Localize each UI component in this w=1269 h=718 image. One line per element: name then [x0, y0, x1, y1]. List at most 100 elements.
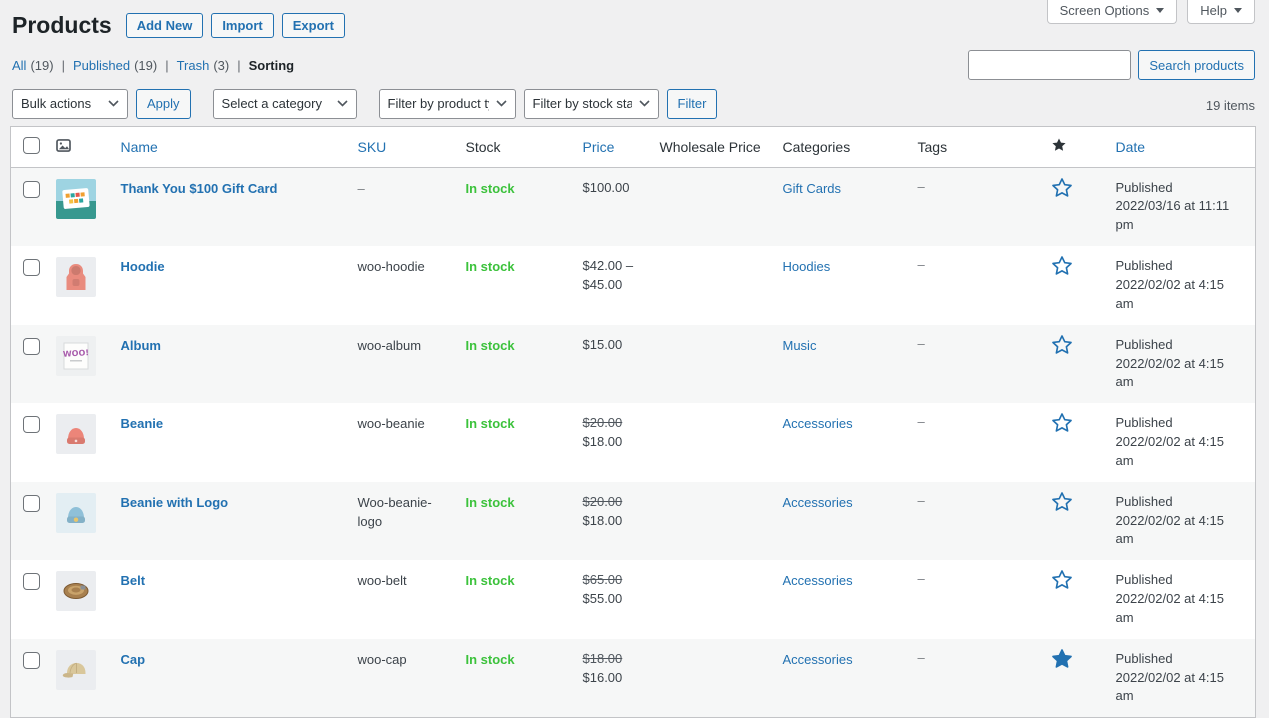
- category-link[interactable]: Accessories: [783, 416, 853, 431]
- view-trash-link[interactable]: Trash: [177, 58, 210, 73]
- bulk-actions-select[interactable]: Bulk actions: [12, 89, 128, 119]
- products-table-body: Thank You $100 Gift Card – In stock $100…: [11, 167, 1256, 718]
- view-sorting-current[interactable]: Sorting: [249, 58, 295, 73]
- publish-status: Published: [1116, 336, 1246, 355]
- category-link[interactable]: Accessories: [783, 573, 853, 588]
- product-thumbnail[interactable]: [56, 571, 96, 611]
- product-price: $100.00: [573, 167, 650, 246]
- row-checkbox[interactable]: [23, 652, 40, 669]
- svg-text:WOO!: WOO!: [62, 348, 89, 359]
- chevron-down-icon: [496, 100, 507, 107]
- product-name-link[interactable]: Beanie with Logo: [121, 495, 229, 510]
- publish-date: 2022/03/16 at 11:11 pm: [1116, 197, 1246, 235]
- publish-status: Published: [1116, 493, 1246, 512]
- category-link[interactable]: Music: [783, 338, 817, 353]
- publish-status: Published: [1116, 179, 1246, 198]
- view-published-count: (19): [134, 58, 157, 73]
- export-button[interactable]: Export: [282, 13, 345, 38]
- view-all: All (19): [12, 58, 54, 73]
- select-all-checkbox[interactable]: [23, 137, 40, 154]
- product-sku: woo-cap: [358, 652, 407, 667]
- product-name-link[interactable]: Belt: [121, 573, 146, 588]
- table-row: Thank You $100 Gift Card – In stock $100…: [11, 167, 1256, 246]
- sort-by-price-header[interactable]: Price: [583, 139, 615, 155]
- product-price: $18.00$16.00: [573, 639, 650, 718]
- view-all-link[interactable]: All: [12, 58, 26, 73]
- product-name-link[interactable]: Hoodie: [121, 259, 165, 274]
- product-name-link[interactable]: Thank You $100 Gift Card: [121, 181, 278, 196]
- search-products-button[interactable]: Search products: [1138, 50, 1255, 80]
- view-sorting: Sorting: [229, 58, 294, 73]
- stock-status: In stock: [466, 338, 515, 353]
- help-tab[interactable]: Help: [1187, 0, 1255, 24]
- chevron-down-icon: [108, 100, 119, 107]
- featured-star-toggle[interactable]: [1051, 569, 1073, 594]
- sort-by-sku-header[interactable]: SKU: [358, 139, 387, 155]
- chevron-down-icon: [337, 100, 348, 107]
- filters-row: Bulk actions Apply Select a category Fil…: [12, 89, 717, 119]
- screen-options-tab[interactable]: Screen Options: [1047, 0, 1178, 24]
- product-type-filter-select[interactable]: Filter by product type: [379, 89, 516, 119]
- stock-status-filter-select[interactable]: Filter by stock status: [524, 89, 659, 119]
- views-and-search-row: All (19) Published (19) Trash (3) Sortin…: [12, 50, 1255, 81]
- row-checkbox[interactable]: [23, 573, 40, 590]
- category-link[interactable]: Gift Cards: [783, 181, 842, 196]
- category-link[interactable]: Accessories: [783, 495, 853, 510]
- import-button[interactable]: Import: [211, 13, 273, 38]
- categories-column-header: Categories: [783, 139, 851, 155]
- search-box: Search products: [968, 50, 1255, 80]
- product-price: $20.00$18.00: [573, 482, 650, 561]
- featured-star-toggle[interactable]: [1051, 412, 1073, 437]
- product-tags: –: [918, 650, 925, 665]
- search-input[interactable]: [968, 50, 1131, 80]
- publish-status: Published: [1116, 571, 1246, 590]
- product-thumbnail[interactable]: [56, 179, 96, 219]
- product-tags: –: [918, 257, 925, 272]
- image-column-icon: [56, 139, 71, 155]
- featured-star-column-icon: [1051, 140, 1067, 156]
- add-new-button[interactable]: Add New: [126, 13, 204, 38]
- row-checkbox[interactable]: [23, 495, 40, 512]
- category-filter-label: Select a category: [222, 96, 330, 111]
- product-name-link[interactable]: Beanie: [121, 416, 164, 431]
- view-published-link[interactable]: Published: [73, 58, 130, 73]
- products-table: Name SKU Stock Price Wholesale Price Cat…: [10, 126, 1256, 718]
- bulk-actions-label: Bulk actions: [21, 96, 101, 111]
- product-price: $65.00$55.00: [573, 560, 650, 639]
- category-filter-select[interactable]: Select a category: [213, 89, 357, 119]
- sort-by-date-header[interactable]: Date: [1116, 139, 1146, 155]
- product-thumbnail[interactable]: [56, 650, 96, 690]
- filter-button[interactable]: Filter: [667, 89, 718, 119]
- category-link[interactable]: Hoodies: [783, 259, 831, 274]
- featured-star-toggle[interactable]: [1051, 334, 1073, 359]
- featured-star-toggle[interactable]: [1051, 491, 1073, 516]
- featured-star-toggle[interactable]: [1051, 255, 1073, 280]
- product-thumbnail[interactable]: WOO!: [56, 336, 96, 376]
- product-tags: –: [918, 571, 925, 586]
- wholesale-price-column-header: Wholesale Price: [660, 139, 761, 155]
- featured-star-toggle[interactable]: [1051, 648, 1073, 673]
- chevron-down-icon: [1156, 8, 1164, 13]
- featured-star-toggle[interactable]: [1051, 177, 1073, 202]
- product-tags: –: [918, 336, 925, 351]
- row-checkbox[interactable]: [23, 181, 40, 198]
- product-name-link[interactable]: Cap: [121, 652, 146, 667]
- screen-options-label: Screen Options: [1060, 3, 1150, 18]
- product-thumbnail[interactable]: [56, 414, 96, 454]
- sort-by-name-header[interactable]: Name: [121, 139, 158, 155]
- category-link[interactable]: Accessories: [783, 652, 853, 667]
- stock-column-header: Stock: [466, 139, 501, 155]
- apply-button[interactable]: Apply: [136, 89, 191, 119]
- product-thumbnail[interactable]: [56, 257, 96, 297]
- stock-status: In stock: [466, 652, 515, 667]
- row-checkbox[interactable]: [23, 259, 40, 276]
- view-all-count: (19): [30, 58, 53, 73]
- product-sku: woo-hoodie: [358, 259, 425, 274]
- product-thumbnail[interactable]: [56, 493, 96, 533]
- row-checkbox[interactable]: [23, 416, 40, 433]
- stock-status: In stock: [466, 495, 515, 510]
- table-header: Name SKU Stock Price Wholesale Price Cat…: [11, 126, 1256, 167]
- row-checkbox[interactable]: [23, 338, 40, 355]
- product-name-link[interactable]: Album: [121, 338, 161, 353]
- view-trash-count: (3): [213, 58, 229, 73]
